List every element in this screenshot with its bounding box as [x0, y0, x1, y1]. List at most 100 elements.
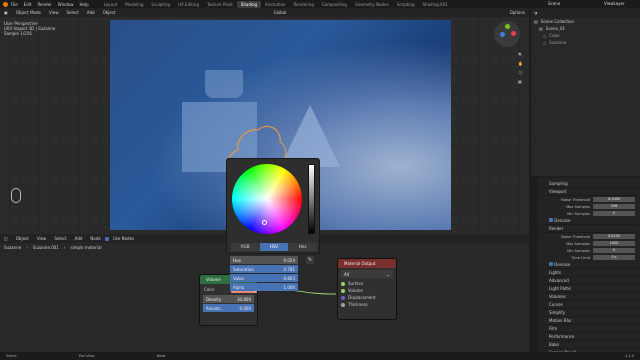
- section-header[interactable]: Denoise: [539, 261, 639, 269]
- workspace-tab[interactable]: Animation: [261, 1, 289, 8]
- outliner[interactable]: ⧩ ▤ Scene Collection ▤ Scene_01 △ Cube △ Suz…: [531, 8, 640, 176]
- options-dropdown[interactable]: Options: [506, 10, 529, 15]
- node-editor-type-icon[interactable]: ◫: [0, 236, 12, 241]
- breadcrumb-item[interactable]: simple material: [70, 245, 101, 250]
- outliner-root[interactable]: ▤ Scene Collection: [531, 18, 640, 25]
- workspace-tab[interactable]: Layout: [100, 1, 122, 8]
- volume-color-label: Color: [204, 287, 215, 292]
- workspace-tab[interactable]: Scripting: [393, 1, 419, 8]
- color-wheel-cursor[interactable]: [262, 220, 267, 225]
- viewport-menu-select[interactable]: Select: [62, 10, 82, 15]
- viewport-menu-view[interactable]: View: [45, 10, 63, 15]
- workspace-tab[interactable]: Shading.001: [419, 1, 452, 8]
- mouse-icon: [11, 188, 21, 203]
- breadcrumb-item[interactable]: Suzanne.001: [33, 245, 59, 250]
- eyedropper-icon[interactable]: ✎: [306, 256, 314, 264]
- menu-file[interactable]: File: [8, 2, 21, 7]
- section-header[interactable]: Advanced: [539, 277, 639, 285]
- workspace-tab[interactable]: UV Editing: [174, 1, 203, 8]
- workspace-tab[interactable]: Shading: [236, 0, 262, 8]
- material-output-node[interactable]: Material Output All ⌄ Surface Volume Dis…: [337, 258, 397, 320]
- panel-header[interactable]: Performance: [539, 333, 639, 341]
- camera-icon[interactable]: 🎥: [518, 70, 526, 75]
- gizmo-y-icon[interactable]: [505, 24, 510, 29]
- viewport-menu-object[interactable]: Object: [99, 10, 120, 15]
- panel-header[interactable]: Light Paths: [539, 285, 639, 293]
- viewport-menu-add[interactable]: Add: [83, 10, 99, 15]
- gizmo-x-icon[interactable]: [511, 31, 516, 36]
- use-nodes-label: Use Nodes: [112, 236, 135, 241]
- checkbox[interactable]: [549, 218, 553, 222]
- section-header[interactable]: Sampling: [539, 180, 639, 188]
- menu-edit[interactable]: Edit: [21, 2, 35, 7]
- workspace-tab[interactable]: Geometry Nodes: [351, 1, 393, 8]
- socket-icon[interactable]: [341, 281, 345, 286]
- panel-header[interactable]: Simplify: [539, 309, 639, 317]
- outliner-item[interactable]: △ Suzanne: [531, 39, 640, 46]
- workspace-tab[interactable]: Texture Paint: [203, 1, 237, 8]
- socket-icon[interactable]: [341, 302, 345, 307]
- gizmo-z-icon[interactable]: [500, 32, 505, 37]
- checkbox[interactable]: [549, 262, 553, 266]
- workspace-tab[interactable]: Compositing: [318, 1, 351, 8]
- outliner-item[interactable]: △ Cube: [531, 32, 640, 39]
- output-target-dropdown[interactable]: All ⌄: [341, 270, 393, 278]
- properties-editor[interactable]: Sampling Viewport Noise Threshold 0.1000 …: [531, 178, 640, 357]
- shader-type-dropdown[interactable]: Object: [12, 236, 33, 241]
- value-slider[interactable]: [308, 164, 315, 234]
- panel-header[interactable]: Volumes: [539, 293, 639, 301]
- node-menu-view[interactable]: View: [33, 236, 51, 241]
- zoom-icon[interactable]: 🔍: [518, 52, 526, 57]
- prop-value[interactable]: 0 s: [593, 255, 635, 260]
- node-menu-select[interactable]: Select: [50, 236, 70, 241]
- menu-window[interactable]: Window: [55, 2, 77, 7]
- panel-header[interactable]: Motion Blur: [539, 317, 639, 325]
- node-menu-add[interactable]: Add: [71, 236, 87, 241]
- section-header[interactable]: Render: [539, 225, 639, 233]
- navigation-gizmo[interactable]: [494, 21, 520, 47]
- value-field[interactable]: Value 0.803: [230, 274, 298, 282]
- editor-type-icon[interactable]: ▣: [0, 10, 12, 15]
- socket-icon[interactable]: [341, 295, 345, 300]
- outliner-item[interactable]: ▤ Scene_01: [531, 25, 640, 32]
- saturation-field[interactable]: Saturation 0.781: [230, 265, 298, 273]
- view-layer-selector[interactable]: ViewLayer: [604, 1, 625, 6]
- hue-field[interactable]: Hue 0.024: [230, 256, 298, 264]
- grid-icon[interactable]: ▦: [518, 79, 526, 84]
- mode-rgb[interactable]: RGB: [231, 243, 260, 251]
- menu-render[interactable]: Render: [34, 2, 54, 7]
- workspace-tab[interactable]: Sculpting: [147, 1, 174, 8]
- panel-header[interactable]: Film: [539, 325, 639, 333]
- socket-icon[interactable]: [341, 288, 345, 293]
- status-bar: Select Pan View Node 4.1.0: [0, 352, 640, 360]
- prop-value[interactable]: 0: [593, 248, 635, 253]
- section-header[interactable]: Viewport: [539, 188, 639, 196]
- prop-value[interactable]: 0: [593, 211, 635, 216]
- section-header[interactable]: Denoise: [539, 217, 639, 225]
- material-output-header[interactable]: Material Output: [338, 259, 396, 268]
- object-mode-dropdown[interactable]: Object Mode: [12, 10, 45, 15]
- prop-value[interactable]: 0.0100: [593, 234, 635, 239]
- mode-hex[interactable]: Hex: [288, 243, 318, 251]
- panel-header[interactable]: Curves: [539, 301, 639, 309]
- node-menu-node[interactable]: Node: [86, 236, 104, 241]
- pan-hand-icon[interactable]: ✋: [518, 61, 526, 66]
- transform-orientation-dropdown[interactable]: Global: [270, 10, 291, 15]
- panel-header[interactable]: Bake: [539, 341, 639, 349]
- filter-icon[interactable]: ⧩: [534, 11, 538, 16]
- anisotropy-field[interactable]: Anisotr... 0.000: [203, 304, 254, 312]
- scene-selector[interactable]: Scene: [548, 1, 560, 6]
- prop-value[interactable]: 256: [593, 204, 635, 209]
- workspace-tab[interactable]: Rendering: [289, 1, 317, 8]
- prop-value[interactable]: 1000: [593, 241, 635, 246]
- density-field[interactable]: Density 30.800: [203, 295, 254, 303]
- mode-hsv[interactable]: HSV: [259, 243, 289, 251]
- breadcrumb-item[interactable]: Suzanne: [4, 245, 21, 250]
- alpha-field[interactable]: Alpha 1.000: [230, 283, 298, 291]
- section-header[interactable]: Lights: [539, 269, 639, 277]
- menu-help[interactable]: Help: [76, 2, 91, 7]
- color-wheel[interactable]: [232, 164, 302, 234]
- prop-value[interactable]: 0.1000: [593, 197, 635, 202]
- color-picker-popup[interactable]: RGB HSV Hex: [226, 158, 320, 254]
- workspace-tab[interactable]: Modeling: [121, 1, 147, 8]
